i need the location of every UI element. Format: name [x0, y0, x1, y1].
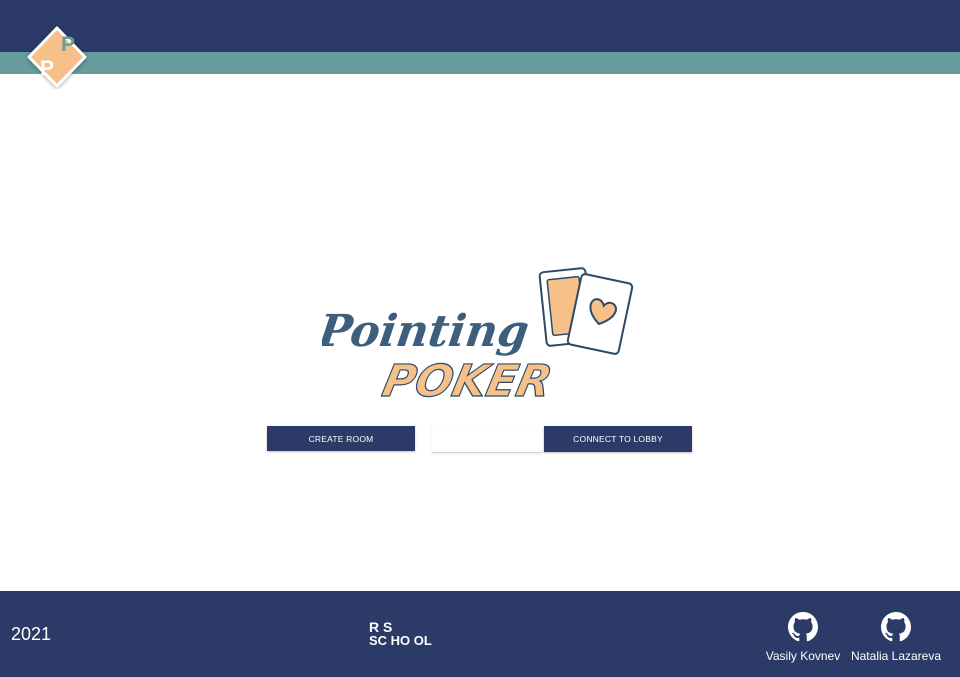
logo-word-poker: POKER	[378, 356, 556, 406]
badge-letter-p-upper: P	[61, 33, 75, 56]
developer-name: Vasily Kovnev	[765, 649, 841, 663]
developer-name: Natalia Lazareva	[850, 649, 942, 663]
badge-letter-p-lower: P	[40, 57, 54, 80]
header-stripe	[0, 52, 960, 74]
logo-word-pointing: Pointing	[322, 305, 532, 357]
lobby-id-input[interactable]	[432, 425, 543, 453]
footer-year: 2021	[11, 624, 52, 644]
github-icon	[881, 612, 911, 642]
pointing-poker-logo: Pointing POKER	[322, 267, 634, 406]
developer-link-natalia[interactable]: Natalia Lazareva	[848, 612, 944, 663]
create-room-button[interactable]: CREATE ROOM	[267, 426, 415, 451]
app-logo-badge[interactable]: P P	[26, 25, 88, 89]
header-bar	[0, 0, 960, 52]
connect-to-lobby-button[interactable]: CONNECT TO LOBBY	[544, 426, 692, 452]
badge-diamond-shape	[27, 26, 87, 88]
rs-school-logo[interactable]: R S SC HO OL	[369, 620, 447, 650]
github-icon	[788, 612, 818, 642]
rs-school-logo-top: R S	[369, 619, 393, 635]
rs-school-logo-bottom: SC HO OL	[369, 633, 432, 648]
developer-link-vasily[interactable]: Vasily Kovnev	[755, 612, 851, 663]
